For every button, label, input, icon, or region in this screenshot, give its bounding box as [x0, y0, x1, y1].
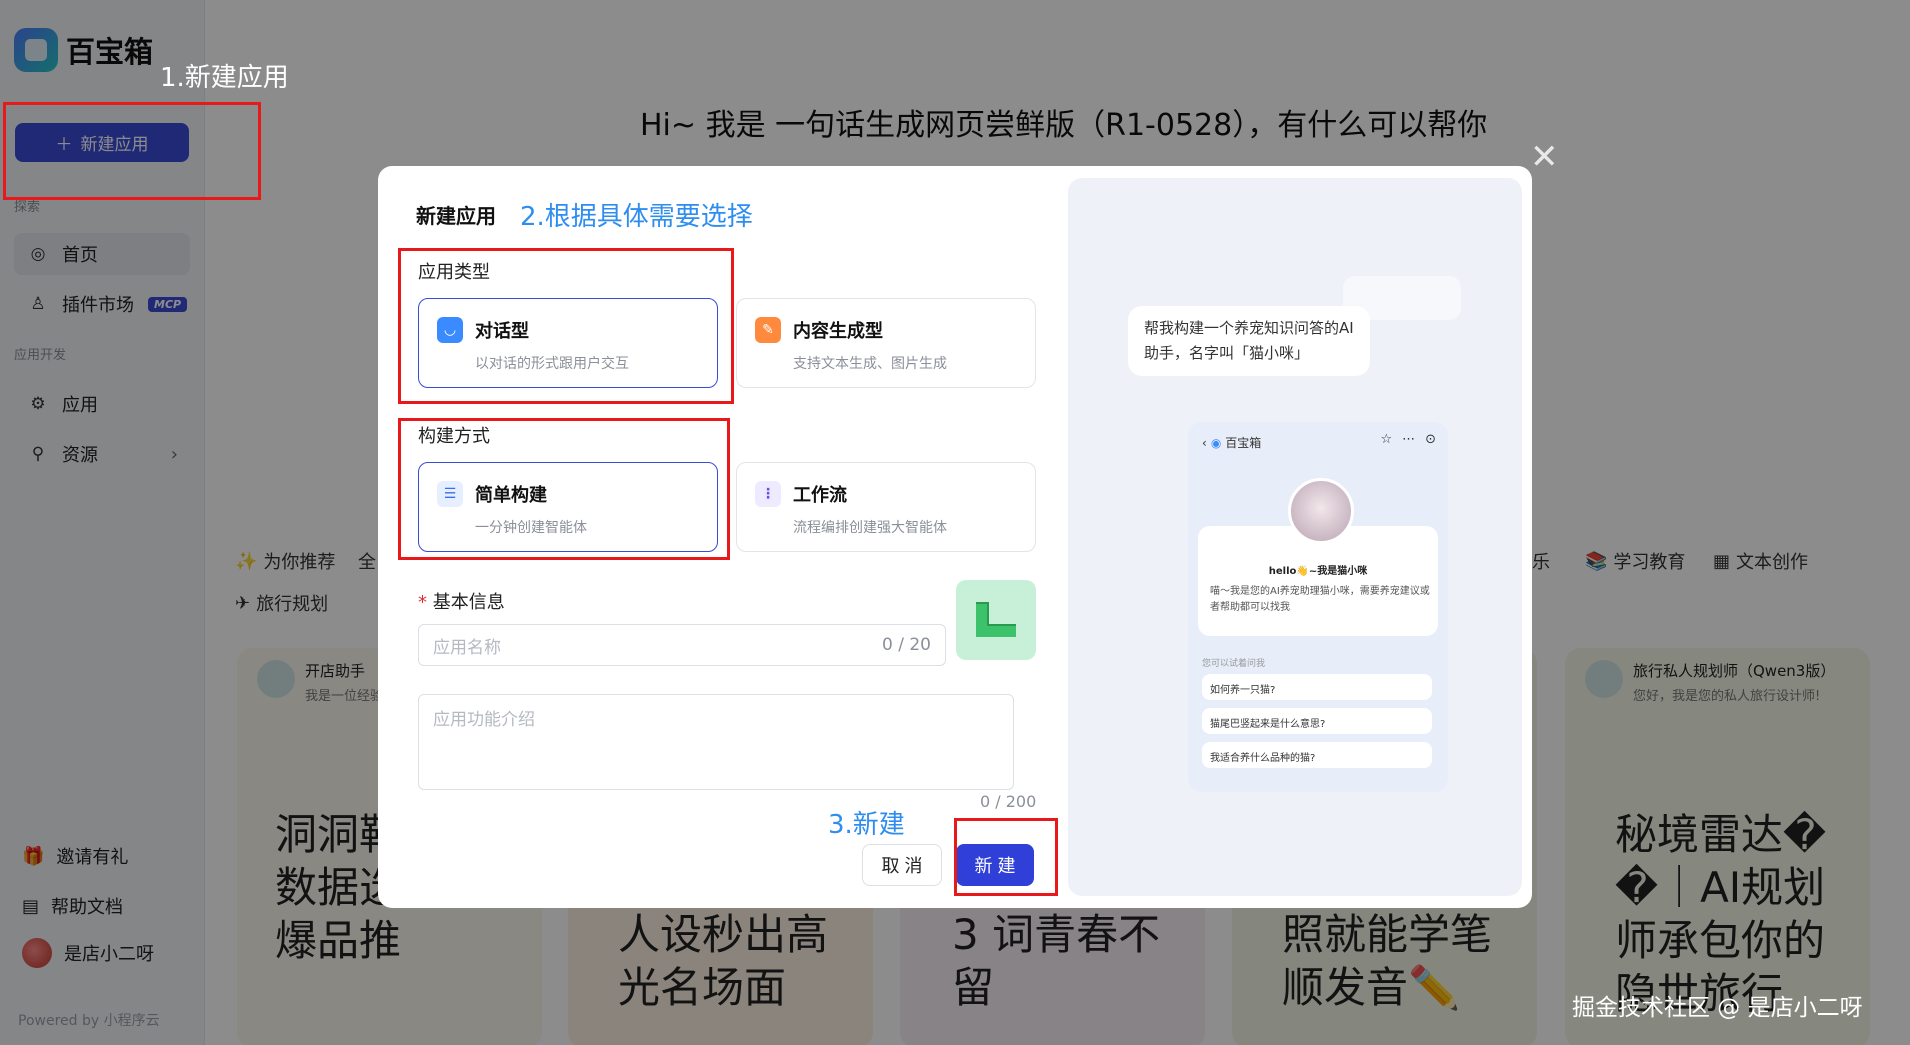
- close-icon[interactable]: ✕: [1530, 140, 1559, 174]
- annotation-box-build-method: [398, 418, 730, 560]
- preview-panel: 帮我构建一个养宠知识问答的AI助手，名字叫「猫小咪」 ‹ ◉ 百宝箱 ☆ ⋯ ⊙…: [1068, 178, 1522, 896]
- option-name: 工作流: [793, 485, 847, 506]
- cat-avatar: [1288, 478, 1354, 544]
- quill-icon: ✎: [755, 317, 781, 343]
- app-icon-preview: [976, 602, 1016, 637]
- option-desc: 支持文本生成、图片生成: [793, 356, 947, 372]
- build-workflow-option[interactable]: ⋮ 工作流 流程编排创建强大智能体: [736, 462, 1036, 552]
- phone-intro: 喵～我是您的AI养宠助理猫小咪，需要养宠建议或者帮助都可以找我: [1210, 586, 1430, 613]
- phone-toolbar: ☆ ⋯ ⊙: [1380, 432, 1436, 447]
- intro-placeholder: 应用功能介绍: [433, 710, 535, 730]
- annotation-box-app-type: [398, 248, 734, 404]
- annotation-step2: 2.根据具体需要选择: [520, 202, 753, 232]
- phone-try-label: 您可以试着问我: [1202, 659, 1266, 669]
- logo-icon: ◉: [1210, 435, 1222, 450]
- back-icon: ‹: [1202, 435, 1207, 450]
- name-char-count: 0 / 20: [882, 635, 931, 655]
- app-name-input[interactable]: 应用名称 0 / 20: [418, 624, 946, 666]
- dialog-title: 新建应用: [416, 204, 496, 228]
- workflow-icon: ⋮: [755, 481, 781, 507]
- type-content-option[interactable]: ✎ 内容生成型 支持文本生成、图片生成: [736, 298, 1036, 388]
- phone-question: 如何养一只猫?: [1202, 674, 1432, 700]
- preview-prompt-bubble: 帮我构建一个养宠知识问答的AI助手，名字叫「猫小咪」: [1128, 306, 1370, 376]
- basic-info-label: * 基本信息: [418, 588, 505, 614]
- phone-question: 猫尾巴竖起来是什么意思?: [1202, 708, 1432, 734]
- annotation-step1: 1.新建应用: [160, 63, 289, 93]
- annotation-step3: 3.新建: [828, 810, 905, 840]
- required-mark: *: [418, 592, 427, 613]
- app-intro-textarea[interactable]: 应用功能介绍: [418, 694, 1014, 790]
- target-icon: ⊙: [1425, 432, 1436, 447]
- basic-info-text: 基本信息: [432, 592, 505, 613]
- more-icon: ⋯: [1402, 432, 1416, 447]
- phone-brand: 百宝箱: [1225, 436, 1262, 450]
- app-icon-picker[interactable]: [956, 580, 1036, 660]
- intro-char-count: 0 / 200: [980, 792, 1037, 811]
- phone-mockup: ‹ ◉ 百宝箱 ☆ ⋯ ⊙ hello👋~我是猫小咪 喵～我是您的AI养宠助理猫…: [1188, 422, 1448, 792]
- annotation-box-step1: [3, 102, 261, 200]
- star-icon: ☆: [1380, 432, 1393, 447]
- phone-header: ‹ ◉ 百宝箱: [1202, 434, 1261, 451]
- name-placeholder: 应用名称: [433, 637, 501, 658]
- phone-question: 我适合养什么品种的猫?: [1202, 742, 1432, 768]
- watermark: 掘金技术社区 @ 是店小二呀: [1572, 995, 1863, 1021]
- option-desc: 流程编排创建强大智能体: [793, 520, 947, 536]
- cancel-button[interactable]: 取 消: [862, 844, 942, 886]
- phone-hello: hello👋~我是猫小咪: [1268, 566, 1368, 577]
- annotation-box-create: [954, 818, 1058, 896]
- option-name: 内容生成型: [793, 321, 883, 342]
